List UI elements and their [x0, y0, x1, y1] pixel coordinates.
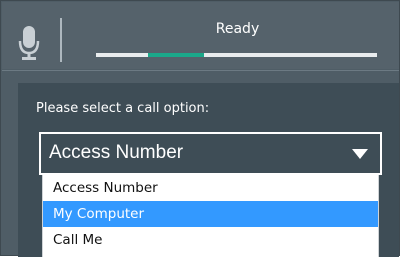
call-option-list: Access Number My Computer Call Me — [42, 175, 379, 257]
option-my-computer[interactable]: My Computer — [43, 201, 378, 227]
chevron-down-icon[interactable] — [352, 149, 368, 159]
audio-level-meter — [96, 53, 377, 57]
audio-panel: Ready Please select a call option: Acces… — [0, 0, 400, 257]
connection-status: Ready — [215, 21, 260, 37]
option-access-number[interactable]: Access Number — [43, 175, 378, 201]
microphone-icon[interactable] — [18, 26, 40, 60]
option-call-me[interactable]: Call Me — [43, 227, 378, 253]
header-separator — [2, 70, 399, 71]
call-option-prompt: Please select a call option: — [36, 101, 210, 116]
audio-level-indicator — [148, 53, 204, 57]
header-divider — [60, 18, 62, 62]
call-option-selected-value: Access Number — [49, 142, 184, 163]
call-option-dropdown[interactable]: Access Number — [39, 132, 382, 175]
